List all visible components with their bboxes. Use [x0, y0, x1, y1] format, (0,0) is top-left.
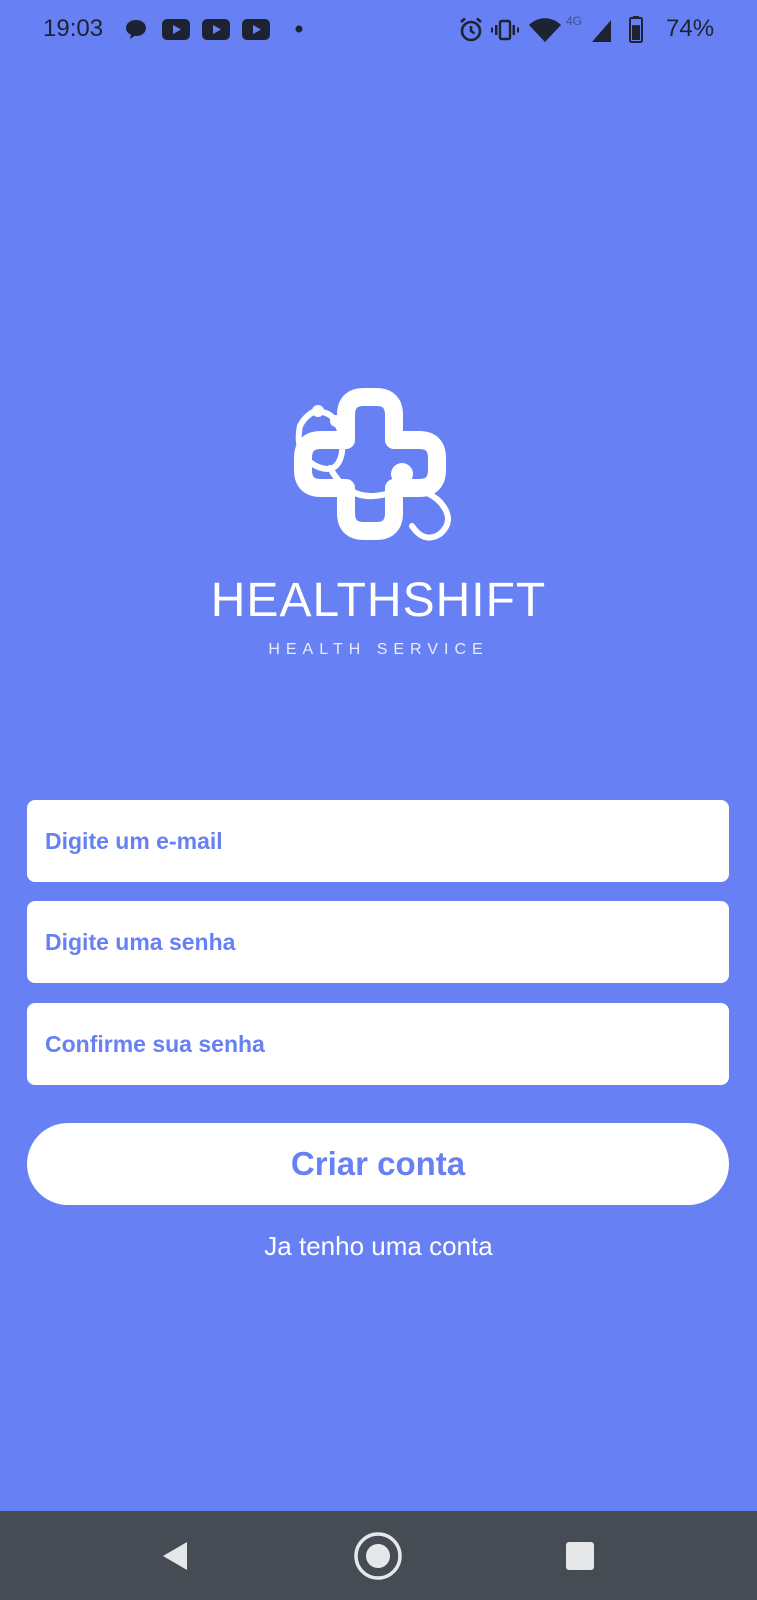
network-type-label: 4G	[566, 15, 582, 28]
alarm-icon	[460, 17, 482, 42]
cross-stethoscope-logo	[294, 388, 451, 541]
password-field[interactable]	[27, 901, 729, 983]
status-bar: 19:03 4G 74%	[0, 0, 757, 60]
battery-icon	[629, 16, 643, 43]
youtube-icon	[242, 19, 270, 40]
home-icon[interactable]	[350, 1528, 406, 1584]
battery-percentage: 74%	[666, 15, 715, 42]
recents-icon[interactable]	[552, 1528, 608, 1584]
youtube-icon	[162, 19, 190, 40]
notification-icons	[126, 19, 303, 40]
email-field[interactable]	[27, 800, 729, 882]
confirm-password-field[interactable]	[27, 1003, 729, 1085]
system-icons: 4G	[460, 15, 643, 43]
brand-tagline: HEALTH SERVICE	[268, 641, 489, 658]
stethoscope-icon	[295, 405, 451, 541]
chat-bubble-icon	[126, 20, 146, 39]
cross-shape	[294, 388, 446, 540]
create-account-button[interactable]: Criar conta	[27, 1123, 729, 1205]
brand-name: HEALTHSHIFT	[210, 574, 547, 627]
dot-icon	[295, 25, 303, 33]
back-icon[interactable]	[147, 1528, 203, 1584]
already-have-account-link[interactable]: Ja tenho uma conta	[0, 1230, 757, 1262]
youtube-icon	[202, 19, 230, 40]
wifi-icon	[529, 18, 561, 42]
status-time: 19:03	[43, 15, 104, 42]
navigation-bar	[0, 1511, 757, 1600]
cellular-signal-icon	[592, 20, 611, 42]
vibrate-icon	[491, 19, 519, 41]
